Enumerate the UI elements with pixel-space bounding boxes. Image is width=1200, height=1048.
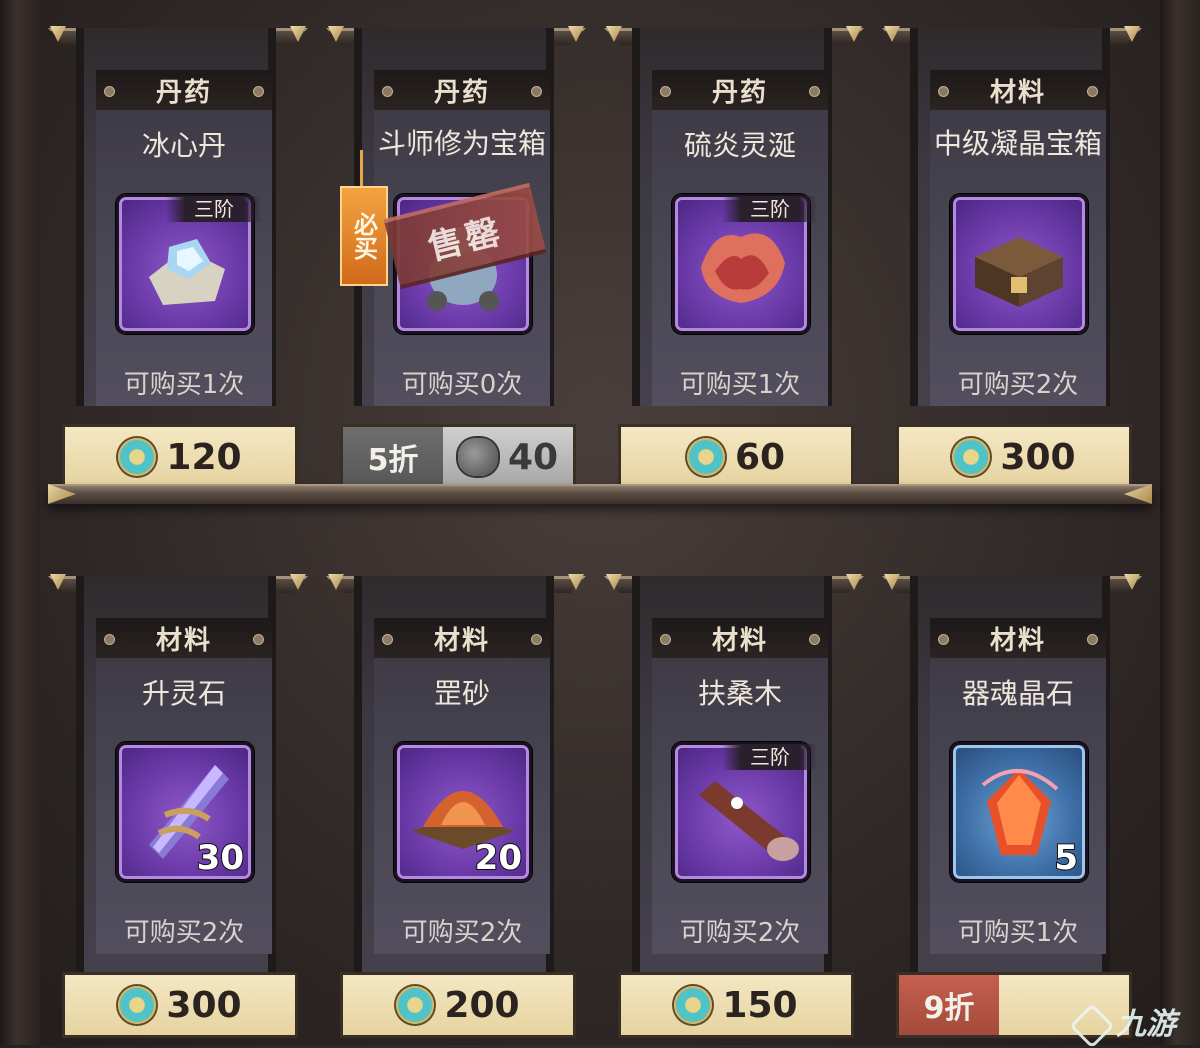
price-value: 60 [734,436,786,478]
shop-item-card[interactable]: 材料 扶桑木 三阶 可购买2次 150 [604,574,864,1038]
item-name: 罡砂 [433,677,490,710]
shop-item-card[interactable]: 材料 中级凝晶宝箱 可购买2次 300 [882,26,1142,490]
item-name: 升灵石 [141,677,226,710]
tier-badge: 三阶 [166,196,262,222]
item-name: 硫炎灵涎 [683,129,796,162]
coin-icon [118,986,157,1024]
item-name: 器魂晶石 [961,677,1074,710]
must-buy-tag: 必买 [340,186,388,286]
coin-icon [674,986,713,1024]
price-value: 150 [722,984,798,1026]
purchase-limit: 可购买1次 [957,918,1079,948]
item-quantity: 20 [474,837,523,879]
purchase-limit: 可购买1次 [123,370,245,400]
category-label: 材料 [930,70,1106,110]
discount-tag: 5折 [343,427,443,487]
crystal-chest-icon[interactable] [950,194,1088,334]
buy-button[interactable]: 5折 40 [340,424,576,490]
category-label: 材料 [652,618,828,658]
discount-tag: 9折 [899,975,999,1035]
price-value: 300 [166,984,242,1026]
purchase-limit: 可购买0次 [401,370,523,400]
buy-button[interactable]: 120 [62,424,298,490]
price-value: 300 [1000,436,1076,478]
category-label: 材料 [96,618,272,658]
buy-button[interactable]: 150 [618,972,854,1038]
watermark: 九游 [1069,999,1176,1048]
stone-icon [457,438,498,476]
item-quantity: 5 [1053,837,1079,879]
item-name: 斗师修为宝箱 [377,127,546,160]
category-label: 丹药 [652,70,828,110]
item-name: 扶桑木 [697,677,782,710]
purchase-limit: 可购买2次 [401,918,523,948]
coin-icon [396,986,435,1024]
category-label: 材料 [930,618,1106,658]
left-pillar [0,0,40,1045]
buy-button[interactable]: 200 [340,972,576,1038]
purchase-limit: 可购买2次 [957,370,1079,400]
buy-button[interactable]: 300 [62,972,298,1038]
category-label: 材料 [374,618,550,658]
tier-badge: 三阶 [722,744,818,770]
shop-item-card[interactable]: 丹药 硫炎灵涎 三阶 可购买1次 60 [604,26,864,490]
right-pillar [1160,0,1200,1045]
purchase-limit: 可购买1次 [679,370,801,400]
buy-button[interactable]: 60 [618,424,854,490]
item-name: 中级凝晶宝箱 [933,127,1102,160]
tier-badge: 三阶 [722,196,818,222]
shop-item-card[interactable]: 材料 罡砂 20 可购买2次 200 [326,574,586,1038]
buy-button[interactable]: 300 [896,424,1132,490]
purchase-limit: 可购买2次 [679,918,801,948]
category-label: 丹药 [374,70,550,110]
price-value: 200 [444,984,520,1026]
item-quantity: 30 [196,837,245,879]
coin-icon [952,438,991,476]
price-value: 120 [166,436,242,478]
tag-string [360,150,363,188]
watermark-logo-icon [1069,1002,1115,1048]
item-name: 冰心丹 [141,129,226,162]
shop-item-card[interactable]: 材料 升灵石 30 可购买2次 300 [48,574,308,1038]
shop-item-card[interactable]: 材料 器魂晶石 5 可购买1次 9折 [882,574,1142,1038]
shelf-board [48,484,1152,504]
category-label: 丹药 [96,70,272,110]
purchase-limit: 可购买2次 [123,918,245,948]
coin-icon [118,438,157,476]
shop-item-card[interactable]: 丹药 冰心丹 三阶 可购买1次 120 [48,26,308,490]
price-value: 40 [507,436,559,478]
coin-icon [686,438,725,476]
